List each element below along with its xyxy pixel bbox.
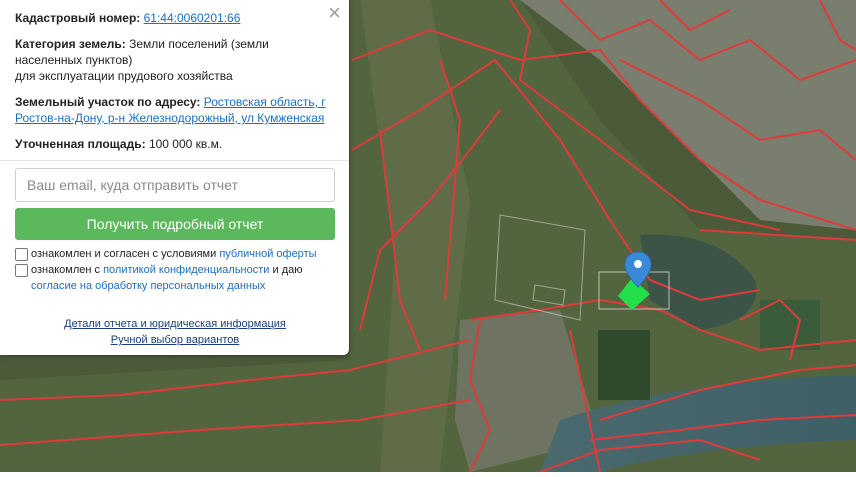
offer-consent-text: ознакомлен и согласен с условиями [31,248,217,260]
offer-consent-checkbox-row[interactable]: ознакомлен и согласен с условиями публич… [15,246,335,262]
report-details-link[interactable]: Детали отчета и юридическая информация [15,316,335,332]
privacy-consent-checkbox-row[interactable]: ознакомлен с политикой конфиденциальност… [15,262,335,294]
field-dark [760,300,820,350]
close-icon[interactable]: × [328,2,341,24]
cadastral-row: Кадастровый номер: 61:44:0060201:66 [15,10,335,26]
public-offer-link[interactable]: публичной оферты [219,248,316,260]
cadastral-number-link[interactable]: 61:44:0060201:66 [144,11,241,25]
address-label: Земельный участок по адресу: [15,95,201,109]
category-extra: для эксплуатации прудового хозяйства [15,69,233,83]
parcel-info-panel: × Кадастровый номер: 61:44:0060201:66 Ка… [0,0,349,355]
category-row: Категория земель: Земли поселений (земли… [15,36,335,84]
manual-selection-link[interactable]: Ручной выбор вариантов [15,332,335,348]
privacy-consent-text: ознакомлен с [31,264,101,276]
privacy-checkbox[interactable] [15,264,28,277]
area-row: Уточненная площадь: 100 000 кв.м. [15,136,335,152]
cadastral-label: Кадастровый номер: [15,11,141,25]
category-label: Категория земель: [15,37,126,51]
privacy-consent-text2: и даю [272,264,303,276]
privacy-policy-link[interactable]: политикой конфиденциальности [103,264,269,276]
area-value: 100 000 кв.м. [148,137,223,151]
divider [0,160,349,161]
area-label: Уточненная площадь: [15,137,146,151]
offer-checkbox[interactable] [15,248,28,261]
panel-footer: Детали отчета и юридическая информация Р… [15,316,335,348]
get-report-button[interactable]: Получить подробный отчет [15,208,335,240]
address-row: Земельный участок по адресу: Ростовская … [15,94,335,126]
email-input[interactable] [15,168,335,202]
pond-dark [598,330,650,400]
personal-data-consent-link[interactable]: согласие на обработку персональных данны… [31,280,265,292]
